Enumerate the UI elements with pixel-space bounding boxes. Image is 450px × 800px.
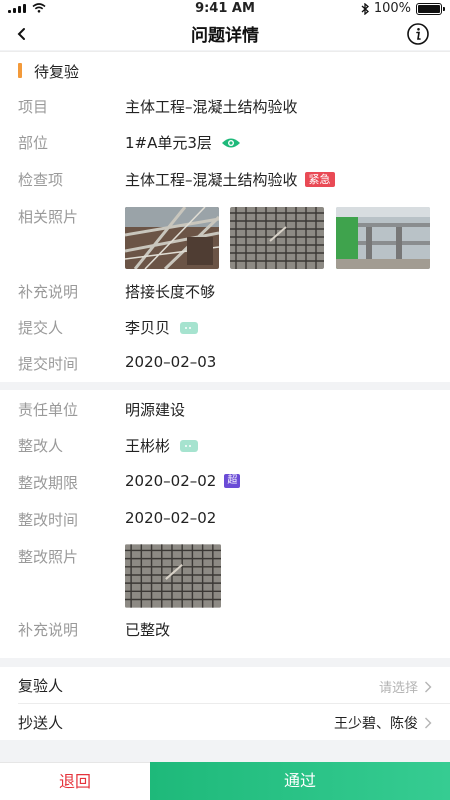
location-row: 部位 1#A单元3层 <box>0 128 450 158</box>
chevron-right-icon <box>425 681 432 692</box>
submitter-value: 李贝贝 <box>125 317 199 338</box>
project-value: 主体工程–混凝土结构验收 <box>125 98 298 116</box>
eye-icon[interactable] <box>221 137 241 149</box>
submit-time-row: 提交时间 2020–02–03 <box>0 349 450 379</box>
deadline-text: 2020–02–02 <box>125 472 217 490</box>
location-label: 部位 <box>18 134 49 152</box>
chevron-right-icon <box>425 717 432 729</box>
rectifier-name: 王彬彬 <box>125 437 171 455</box>
unit-value: 明源建设 <box>125 401 186 419</box>
rectify-photo-1[interactable] <box>125 544 221 608</box>
submit-time-label: 提交时间 <box>18 355 79 373</box>
rectify-time-value: 2020–02–02 <box>125 509 217 527</box>
site-photo-3[interactable] <box>336 207 430 269</box>
approve-button[interactable]: 通过 <box>150 762 450 800</box>
issue-status-row: 待复验 <box>0 51 450 87</box>
chat-icon[interactable] <box>180 321 199 334</box>
reviewer-label: 复验人 <box>18 677 64 695</box>
location-value: 1#A单元3层 <box>125 132 241 153</box>
reviewer-select[interactable]: 请选择 <box>379 677 432 696</box>
bluetooth-icon <box>361 2 369 15</box>
rectifier-value: 王彬彬 <box>125 435 199 456</box>
overdue-badge: 超 <box>224 474 241 488</box>
cc-label: 抄送人 <box>18 714 64 732</box>
battery-percent: 100% <box>373 1 411 16</box>
reviewer-row[interactable]: 复验人 请选择 <box>0 667 450 703</box>
submitter-label: 提交人 <box>18 319 64 337</box>
submitter-row: 提交人 李贝贝 <box>0 313 450 343</box>
reviewer-placeholder: 请选择 <box>378 681 418 696</box>
photos-label: 相关照片 <box>18 208 79 226</box>
nav-bar: 问题详情 <box>0 18 450 50</box>
cc-names: 王少碧、陈俊 <box>334 716 418 732</box>
project-label: 项目 <box>18 98 49 116</box>
project-row: 项目 主体工程–混凝土结构验收 <box>0 92 450 122</box>
page-title: 问题详情 <box>191 26 259 46</box>
rectify-photos-label: 整改照片 <box>18 548 79 566</box>
check-item-text: 主体工程–混凝土结构验收 <box>125 171 298 189</box>
rectify-remark-row: 补充说明 已整改 <box>0 615 450 645</box>
issue-details-card: 项目 主体工程–混凝土结构验收 部位 1#A单元3层 检查项 主体工程–混凝土结… <box>0 87 450 382</box>
cc-row[interactable]: 抄送人 王少碧、陈俊 <box>0 704 450 740</box>
check-item-label: 检查项 <box>18 171 64 189</box>
issue-status-label: 待复验 <box>34 63 80 81</box>
deadline-label: 整改期限 <box>18 474 79 492</box>
unit-label: 责任单位 <box>18 401 79 419</box>
remark-label: 补充说明 <box>18 283 79 301</box>
rectify-time-label: 整改时间 <box>18 511 79 529</box>
unit-row: 责任单位 明源建设 <box>0 395 450 425</box>
site-photo-2[interactable] <box>230 207 324 269</box>
deadline-row: 整改期限 2020–02–02 超 <box>0 468 450 498</box>
rectifier-label: 整改人 <box>18 437 64 455</box>
cc-value[interactable]: 王少碧、陈俊 <box>334 713 432 733</box>
reject-button[interactable]: 退回 <box>0 762 150 800</box>
remark-row: 补充说明 搭接长度不够 <box>0 277 450 307</box>
rectify-time-row: 整改时间 2020–02–02 <box>0 505 450 535</box>
chat-icon[interactable] <box>180 439 199 452</box>
urgent-badge: 紧急 <box>304 172 335 187</box>
submit-time-value: 2020–02–03 <box>125 353 217 371</box>
rectify-photos-row: 整改照片 <box>0 542 450 572</box>
rectify-remark-value: 已整改 <box>125 621 171 639</box>
rectifier-row: 整改人 王彬彬 <box>0 431 450 461</box>
battery-icon <box>416 2 445 15</box>
check-item-value: 主体工程–混凝土结构验收 紧急 <box>125 169 335 190</box>
info-icon[interactable] <box>406 22 430 46</box>
status-accent-bar <box>18 63 22 78</box>
status-right: 100% <box>361 1 445 16</box>
check-item-row: 检查项 主体工程–混凝土结构验收 紧急 <box>0 165 450 195</box>
location-text: 1#A单元3层 <box>125 134 212 152</box>
site-photo-1[interactable] <box>125 207 219 269</box>
deadline-value: 2020–02–02 超 <box>125 472 241 490</box>
submitter-name: 李贝贝 <box>125 319 171 337</box>
assignment-card: 复验人 请选择 抄送人 王少碧、陈俊 <box>0 667 450 740</box>
remark-value: 搭接长度不够 <box>125 283 216 301</box>
rectification-card: 责任单位 明源建设 整改人 王彬彬 整改期限 2020–02–02 超 整改时间… <box>0 390 450 658</box>
bottom-action-bar: 退回 通过 <box>0 762 450 800</box>
status-bar: 9:41 AM 100% <box>0 0 450 18</box>
rectify-remark-label: 补充说明 <box>18 621 79 639</box>
